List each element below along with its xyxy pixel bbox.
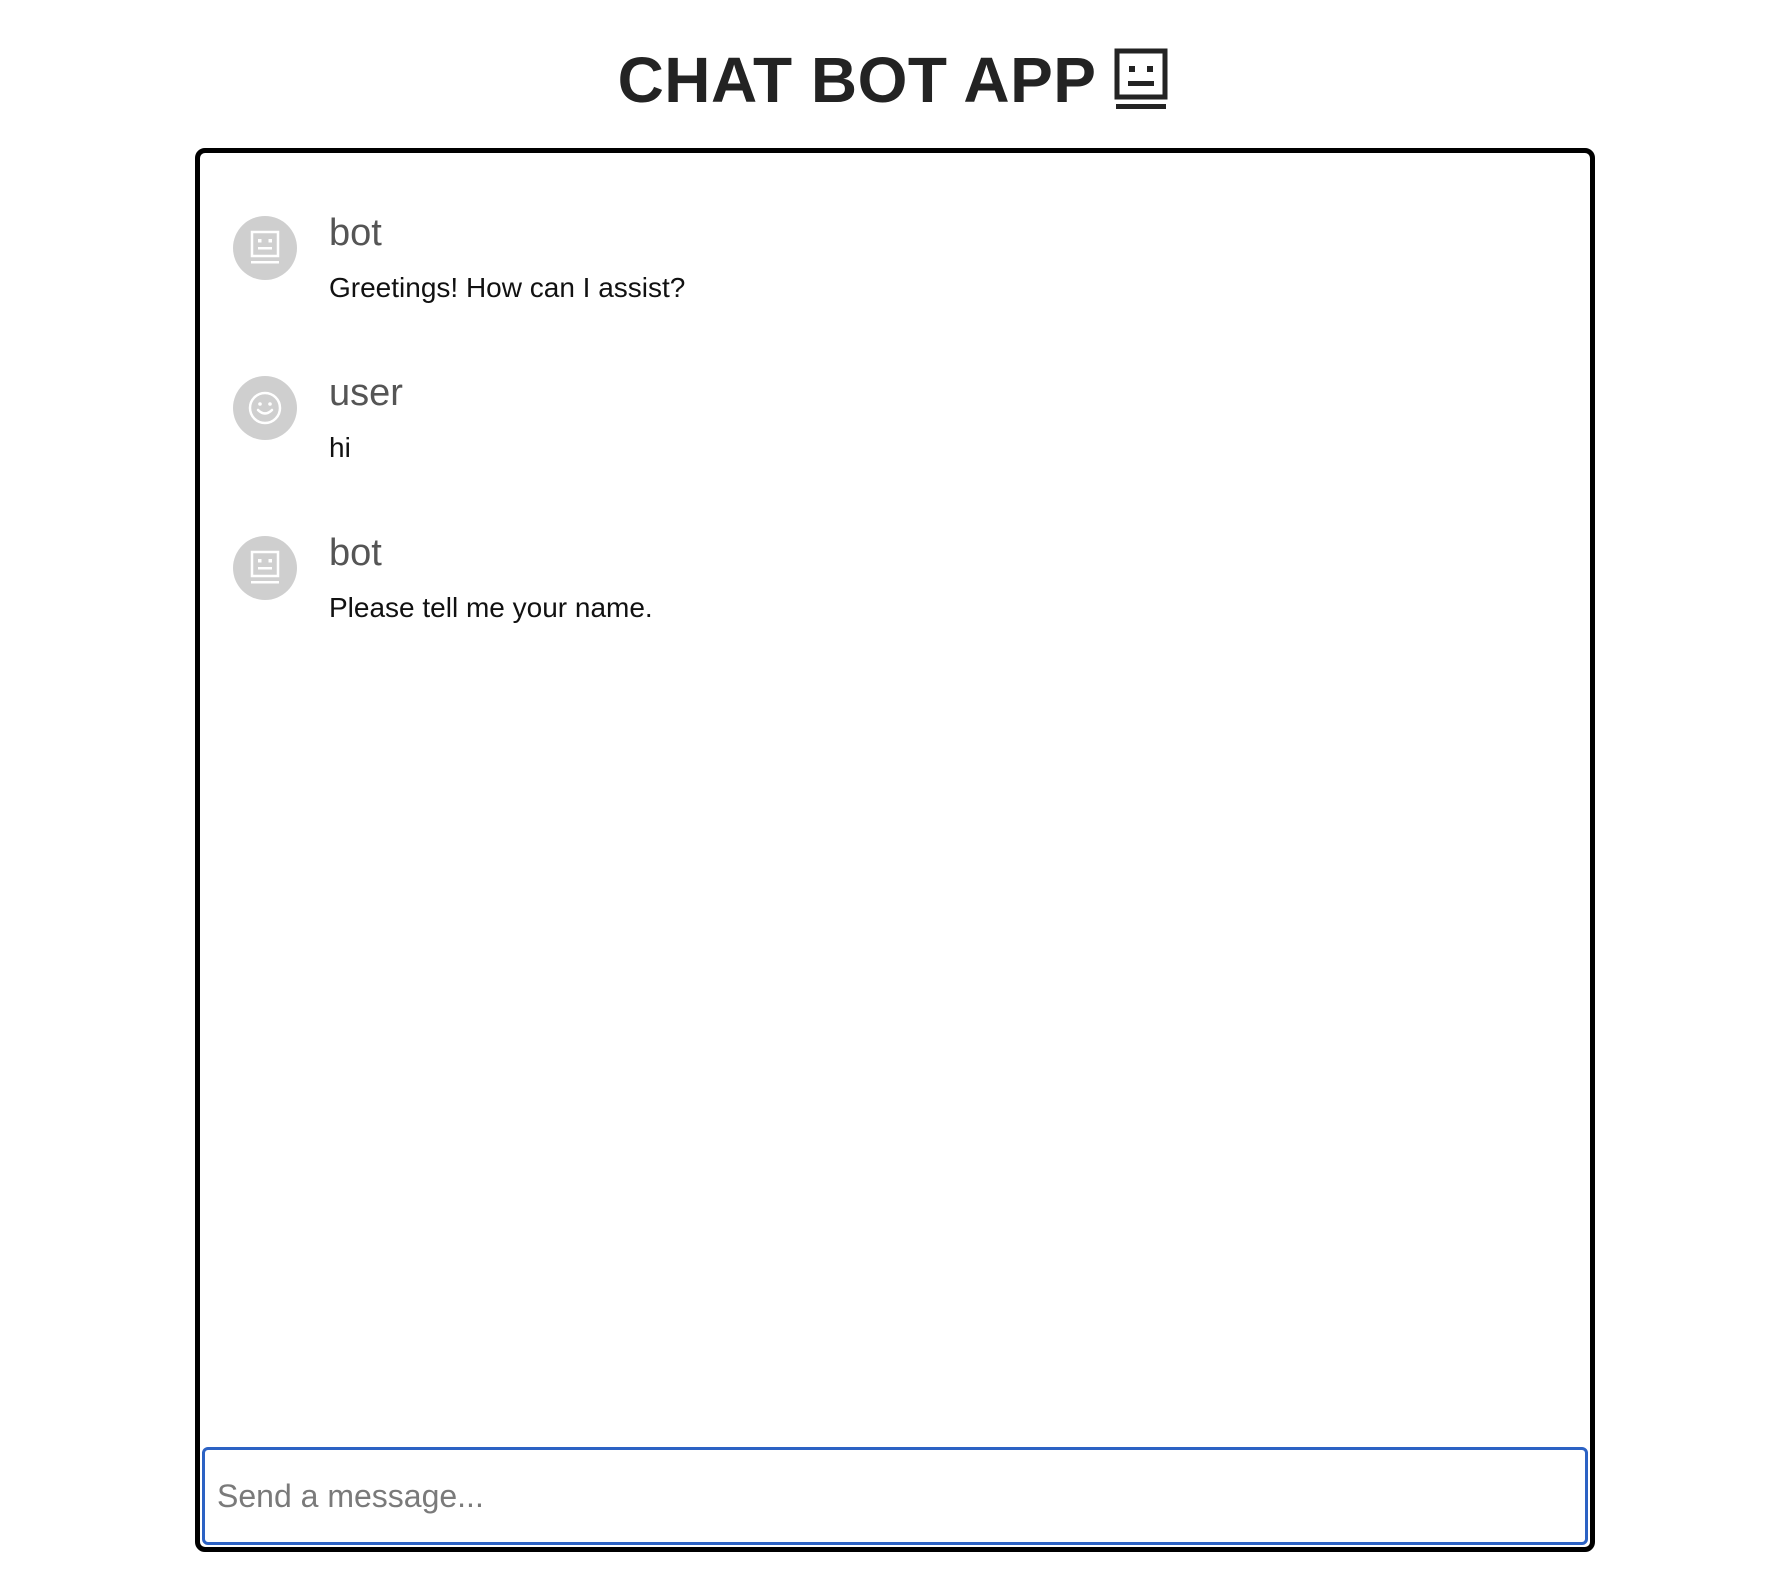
message-sender: user xyxy=(329,372,403,414)
message-item: bot Greetings! How can I assist? xyxy=(200,183,1590,343)
message-input[interactable] xyxy=(202,1447,1588,1545)
robot-face-icon xyxy=(1114,48,1168,109)
composer xyxy=(202,1447,1588,1545)
smiley-icon xyxy=(248,391,282,425)
page: CHAT BOT APP bot Greetings! How can I as… xyxy=(0,0,1786,1574)
message-text: hi xyxy=(329,432,351,463)
message-text: Please tell me your name. xyxy=(329,592,653,623)
message-list: bot Greetings! How can I assist? user hi xyxy=(200,153,1590,1447)
message-text: Greetings! How can I assist? xyxy=(329,272,686,303)
bot-avatar xyxy=(233,216,297,280)
user-avatar xyxy=(233,376,297,440)
bot-avatar xyxy=(233,536,297,600)
app-title-text: CHAT BOT APP xyxy=(617,43,1097,116)
robot-icon xyxy=(250,230,280,264)
message-sender: bot xyxy=(329,532,382,574)
message-sender: bot xyxy=(329,212,382,254)
message-item: bot Please tell me your name. xyxy=(200,503,1590,663)
chat-window: bot Greetings! How can I assist? user hi xyxy=(195,148,1595,1552)
message-item: user hi xyxy=(200,343,1590,503)
page-title: CHAT BOT APP xyxy=(0,42,1786,117)
robot-icon xyxy=(250,550,280,584)
